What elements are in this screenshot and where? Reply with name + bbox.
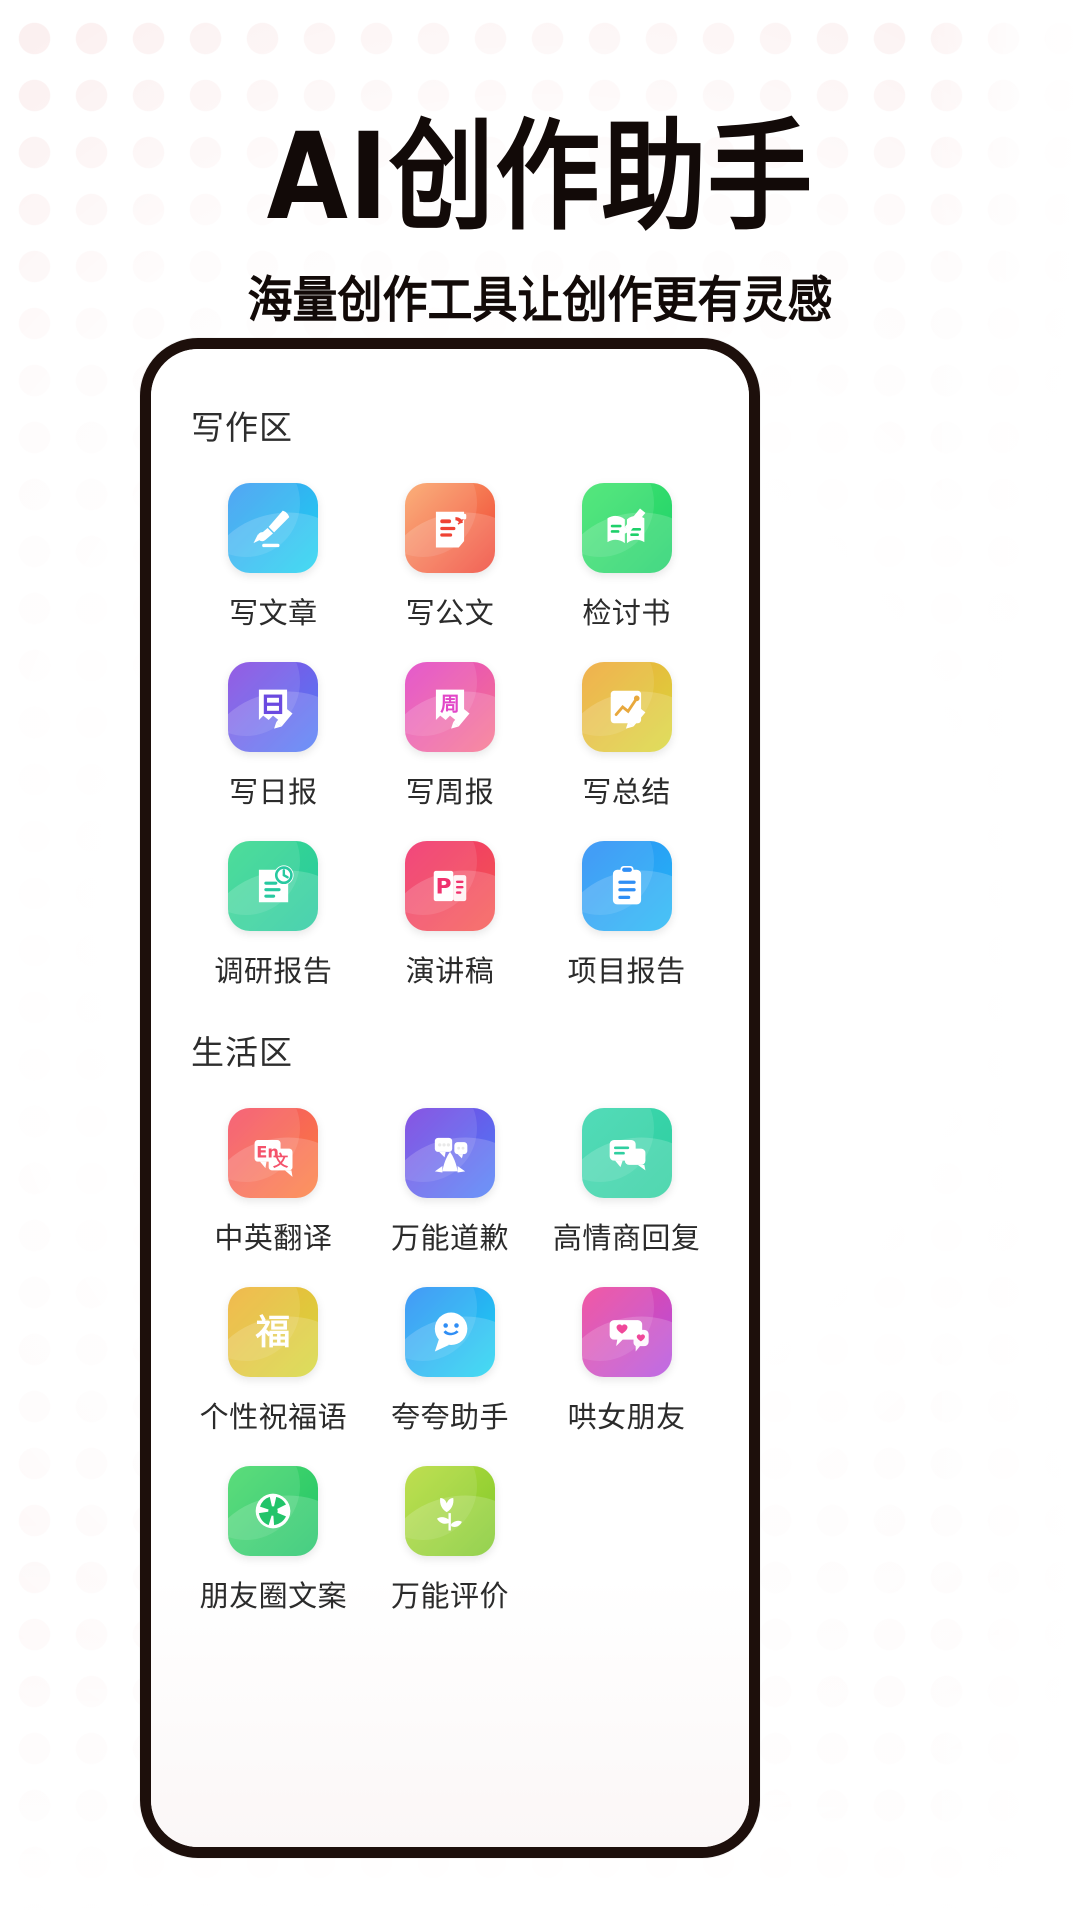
daily-report-icon[interactable]: [228, 662, 319, 752]
tool-label: 写公文: [405, 598, 495, 630]
svg-text:周: 周: [440, 692, 460, 715]
tool-label: 高情商回复: [552, 1223, 701, 1255]
header: AI创作助手 海量创作工具让创作更有灵感: [0, 0, 1080, 329]
tool-tile[interactable]: 写日报: [185, 652, 362, 811]
chat-bubbles-icon[interactable]: [581, 1108, 672, 1198]
tool-tile[interactable]: 写总结: [538, 652, 715, 811]
tulip-flower-icon[interactable]: [404, 1466, 495, 1556]
tool-tile[interactable]: 夸夸助手: [362, 1277, 539, 1436]
heart-chat-icon[interactable]: [581, 1287, 672, 1377]
camera-shutter-icon[interactable]: [228, 1466, 319, 1556]
tool-label: 哄女朋友: [567, 1402, 686, 1434]
tool-label: 调研报告: [214, 956, 333, 988]
praying-hands-icon[interactable]: [404, 1108, 495, 1198]
page-title: AI创作助手: [266, 107, 814, 247]
summary-chart-icon[interactable]: [581, 662, 672, 752]
official-document-icon[interactable]: [404, 483, 495, 573]
tool-tile[interactable]: 写公文: [362, 473, 539, 632]
tool-grid: En 文中英翻译 万能道歉 高情商回复福个性祝福语 夸夸助手 哄女朋友 朋友圈文案 万能评价: [185, 1098, 715, 1615]
tool-tile[interactable]: 周写周报: [362, 652, 539, 811]
svg-text:文: 文: [273, 1152, 289, 1170]
tool-tile[interactable]: 写文章: [185, 473, 362, 632]
tool-tile[interactable]: 检讨书: [538, 473, 715, 632]
tool-label: 个性祝福语: [199, 1402, 348, 1434]
phone-mockup-frame: 写作区 写文章 写公文 检讨书 写日报周写周报 写总结 调研报告 P 演讲稿 项目报告 生活区 En 文…: [140, 338, 760, 1858]
tool-tile[interactable]: 项目报告: [538, 831, 715, 990]
tool-label: 万能道歉: [390, 1223, 509, 1255]
sections-container: 写作区 写文章 写公文 检讨书 写日报周写周报 写总结 调研报告 P 演讲稿 项目报告 生活区 En 文…: [185, 401, 715, 1615]
section-title: 生活区: [191, 1034, 293, 1071]
section-title: 写作区: [191, 409, 293, 446]
presentation-p-icon[interactable]: P: [404, 841, 495, 931]
tool-tile[interactable]: 福个性祝福语: [185, 1277, 362, 1436]
tool-tile[interactable]: 哄女朋友: [538, 1277, 715, 1436]
phone-screen: 写作区 写文章 写公文 检讨书 写日报周写周报 写总结 调研报告 P 演讲稿 项目报告 生活区 En 文…: [151, 349, 749, 1847]
tool-grid: 写文章 写公文 检讨书 写日报周写周报 写总结 调研报告 P 演讲稿 项目报告: [185, 473, 715, 990]
tool-label: 写日报: [229, 777, 318, 809]
open-book-pen-icon[interactable]: [581, 483, 672, 573]
tool-tile[interactable]: 万能道歉: [362, 1098, 539, 1257]
tool-tile[interactable]: 朋友圈文案: [185, 1456, 362, 1615]
tool-label: 写文章: [229, 598, 318, 630]
tool-label: 万能评价: [390, 1581, 509, 1613]
tool-label: 写周报: [405, 777, 495, 809]
tool-tile[interactable]: En 文中英翻译: [185, 1098, 362, 1257]
tool-tile[interactable]: 调研报告: [185, 831, 362, 990]
tool-tile[interactable]: 高情商回复: [538, 1098, 715, 1257]
research-clock-icon[interactable]: [228, 841, 319, 931]
weekly-report-icon[interactable]: 周: [404, 662, 495, 752]
svg-text:P: P: [436, 875, 452, 900]
tool-label: 朋友圈文案: [199, 1581, 348, 1613]
section-1: 写作区 写文章 写公文 检讨书 写日报周写周报 写总结 调研报告 P 演讲稿 项目报告: [185, 401, 715, 990]
tool-label: 中英翻译: [214, 1223, 333, 1255]
tool-label: 写总结: [582, 777, 671, 809]
svg-text:福: 福: [255, 1313, 291, 1353]
tool-label: 检讨书: [582, 598, 671, 630]
translate-en-icon[interactable]: En 文: [228, 1108, 319, 1198]
section-2: 生活区 En 文中英翻译 万能道歉 高情商回复福个性祝福语 夸夸助手 哄女朋友 朋友圈文案 万能…: [185, 1026, 715, 1615]
page-subtitle: 海量创作工具让创作更有灵感: [247, 270, 833, 330]
smile-bubble-icon[interactable]: [404, 1287, 495, 1377]
fortune-fu-icon[interactable]: 福: [228, 1287, 319, 1377]
tool-tile[interactable]: P 演讲稿: [362, 831, 539, 990]
tool-tile[interactable]: 万能评价: [362, 1456, 539, 1615]
clipboard-icon[interactable]: [581, 841, 672, 931]
tool-label: 演讲稿: [405, 956, 495, 988]
fountain-pen-icon[interactable]: [228, 483, 319, 573]
tool-label: 项目报告: [567, 956, 686, 988]
tool-label: 夸夸助手: [390, 1402, 509, 1434]
